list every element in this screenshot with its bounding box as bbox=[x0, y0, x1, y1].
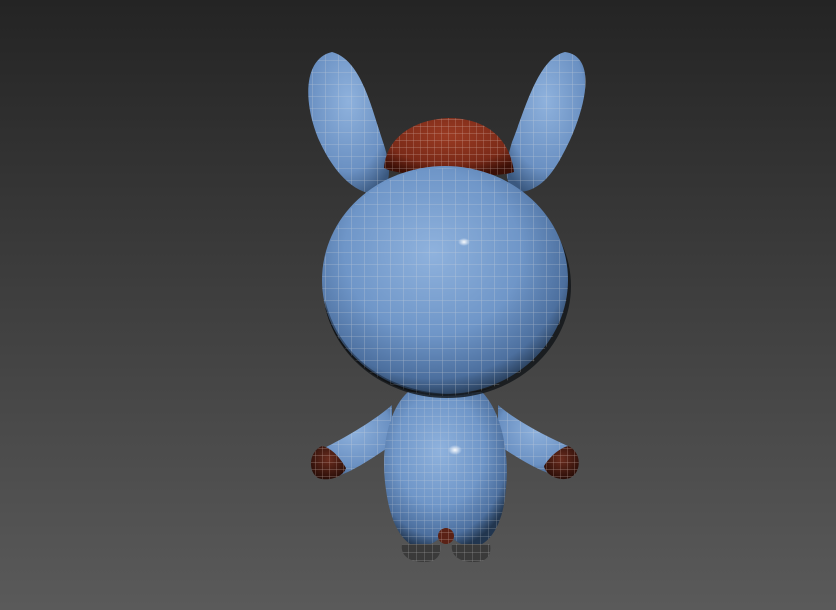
3d-viewport[interactable] bbox=[0, 0, 836, 610]
tail bbox=[438, 528, 454, 544]
torso bbox=[384, 392, 507, 547]
viewport-render[interactable] bbox=[0, 0, 836, 610]
